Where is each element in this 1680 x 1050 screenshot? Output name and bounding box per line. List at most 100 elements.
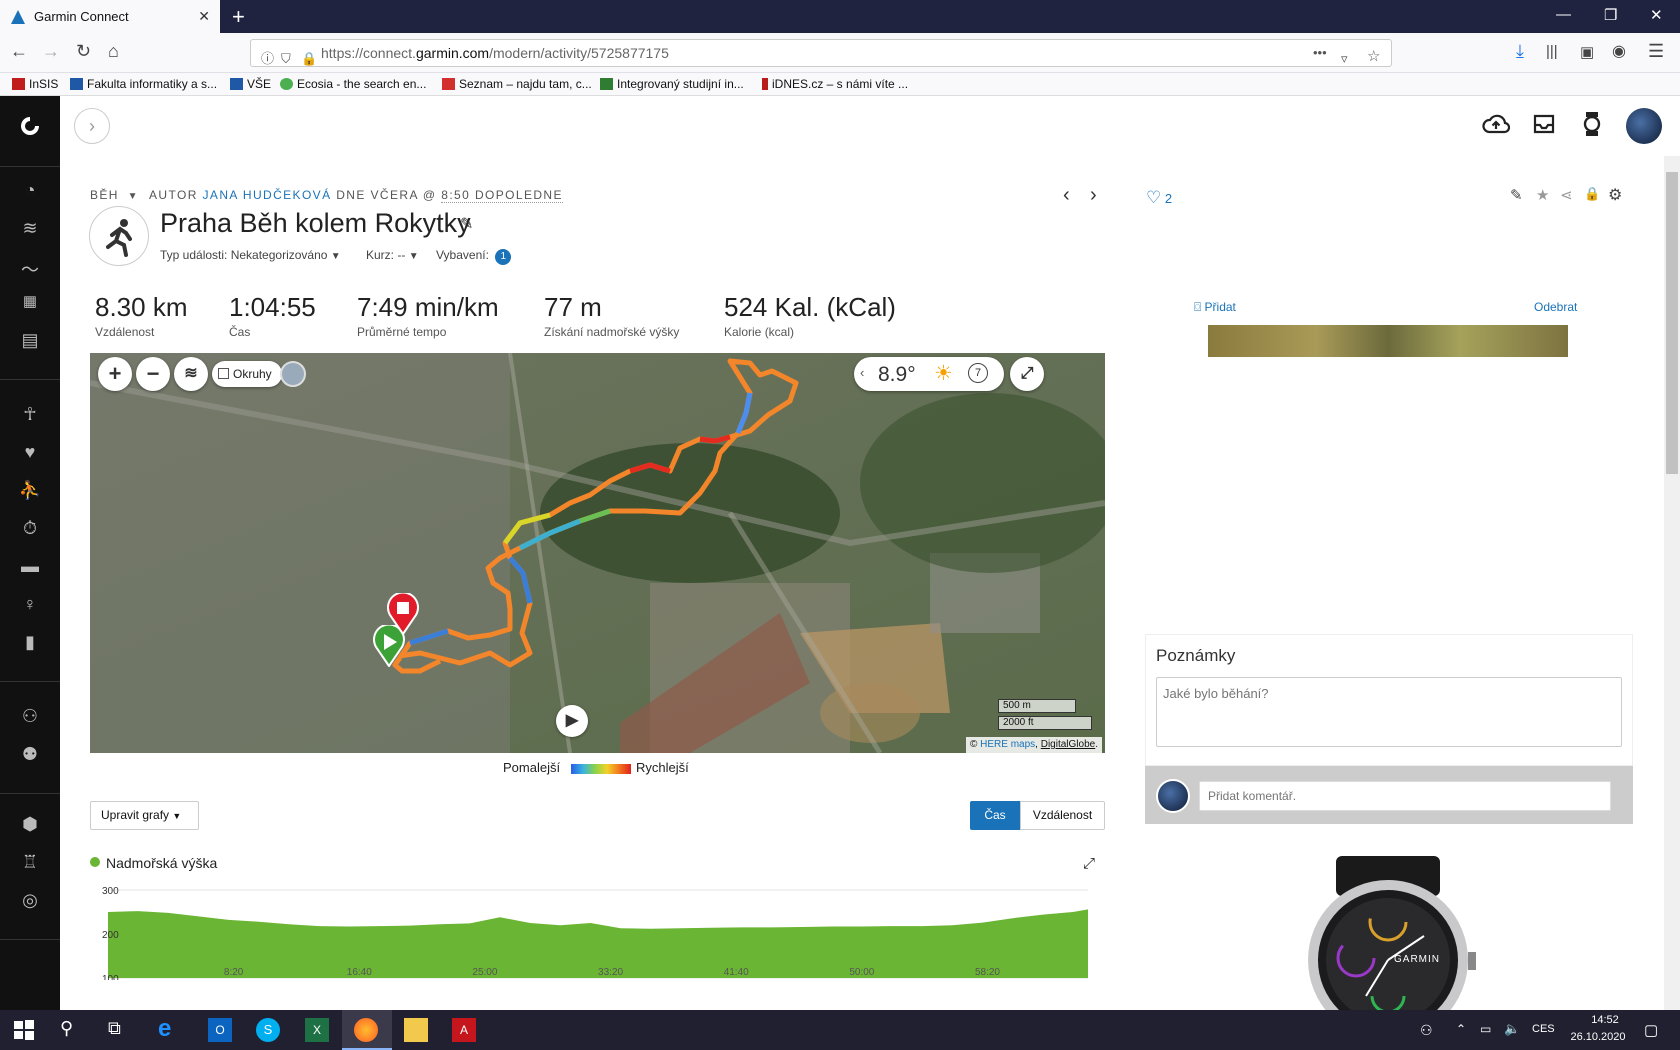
account-icon[interactable]: ◉ xyxy=(1612,41,1626,61)
course-selector[interactable]: Kurz: -- ▼ xyxy=(366,248,419,262)
weather-prev-icon[interactable]: ‹ xyxy=(860,365,864,380)
minimize-icon[interactable]: — xyxy=(1556,6,1571,23)
toggle-time-button[interactable]: Čas xyxy=(970,801,1020,830)
goals-target-icon[interactable]: ◎ xyxy=(18,890,42,914)
garmin-connect-logo-icon[interactable] xyxy=(18,114,42,138)
add-photo-button[interactable]: ⌼ Přidat xyxy=(1194,300,1236,315)
challenges-trophy-icon[interactable]: ♖ xyxy=(18,852,42,876)
next-activity-icon[interactable]: › xyxy=(1090,184,1097,207)
sidebar-toggle-icon[interactable]: ▣ xyxy=(1580,43,1594,61)
route-map[interactable]: + − ≋ Okruhy ‹ 8.9° ☀ 7 ⤢ ▶ 500 m 2000 f… xyxy=(90,353,1105,753)
network-icon[interactable]: ▭ xyxy=(1480,1022,1491,1036)
close-window-icon[interactable]: ✕ xyxy=(1650,6,1663,24)
inbox-icon[interactable] xyxy=(1532,113,1556,135)
gear-shoe-icon[interactable]: ▬ xyxy=(18,556,42,580)
url-bar[interactable]: ⓘ ⛉ 🔒 https://connect.garmin.com/modern/… xyxy=(250,39,1392,67)
page-actions-icon[interactable]: ••• xyxy=(1313,40,1327,66)
laps-checkbox[interactable] xyxy=(218,368,229,379)
dashboard-icon[interactable]: ◔ xyxy=(18,180,42,204)
bookmark-insis[interactable]: InSIS xyxy=(12,77,58,91)
comment-input[interactable] xyxy=(1199,781,1611,811)
search-icon[interactable]: ⚲ xyxy=(60,1018,84,1042)
close-tab-icon[interactable]: ✕ xyxy=(198,8,210,25)
zoom-out-button[interactable]: − xyxy=(136,357,170,391)
outlook-icon[interactable]: O xyxy=(208,1018,232,1042)
gear-selector[interactable]: Vybavení: 1 xyxy=(436,248,512,265)
file-explorer-icon[interactable] xyxy=(404,1018,428,1042)
notes-textarea[interactable] xyxy=(1156,677,1622,747)
weather-widget[interactable]: ‹ 8.9° ☀ 7 xyxy=(854,357,1004,391)
like-button[interactable]: ♡ 2 xyxy=(1146,188,1172,208)
firefox-icon[interactable] xyxy=(354,1018,378,1042)
toggle-distance-button[interactable]: Vzdálenost xyxy=(1020,801,1105,830)
downloads-icon[interactable]: ⤓ xyxy=(1516,41,1524,62)
map-layers-button[interactable]: ≋ xyxy=(174,357,208,391)
activities-layers-icon[interactable]: ≋ xyxy=(18,218,42,242)
tracking-shield-icon[interactable]: ⛉ xyxy=(281,46,291,72)
back-icon[interactable]: ← xyxy=(10,41,28,62)
user-avatar[interactable] xyxy=(1626,108,1662,144)
news-icon[interactable]: ▤ xyxy=(18,330,42,354)
bookmark-star-icon[interactable]: ☆ xyxy=(1367,44,1380,70)
digitalglobe-link[interactable]: DigitalGlobe xyxy=(1041,739,1095,750)
edit-charts-dropdown[interactable]: Upravit grafy ▼ xyxy=(90,801,199,830)
scrollbar-thumb[interactable] xyxy=(1666,172,1678,474)
play-replay-button[interactable]: ▶ xyxy=(556,705,588,737)
skype-icon[interactable]: S xyxy=(256,1018,280,1042)
remove-photo-button[interactable]: Odebrat xyxy=(1534,300,1577,314)
volume-icon[interactable]: 🔈 xyxy=(1504,1021,1520,1037)
tray-chevron-icon[interactable]: ⌃ xyxy=(1456,1022,1466,1036)
finish-marker-icon[interactable] xyxy=(386,593,420,635)
bookmark-idnes[interactable]: iDNES.cz – s námi víte ... xyxy=(762,77,908,91)
calendar-icon[interactable]: ▦ xyxy=(18,292,42,316)
health-stats-icon[interactable]: ☥ xyxy=(18,404,42,428)
menu-icon[interactable]: ☰ xyxy=(1648,41,1664,62)
reload-icon[interactable]: ↻ xyxy=(76,41,91,62)
windows-start-icon[interactable] xyxy=(12,1018,36,1042)
reports-icon[interactable]: 〜 xyxy=(18,256,42,280)
previous-activity-icon[interactable]: ‹ xyxy=(1063,184,1070,207)
settings-gear-icon[interactable]: ⚙ xyxy=(1608,185,1622,205)
notifications-icon[interactable]: ▢ xyxy=(1644,1021,1658,1039)
watch-device-icon[interactable] xyxy=(1582,111,1602,137)
stats-bar-icon[interactable]: ▮ xyxy=(18,632,42,656)
elevation-chart[interactable]: 300 200 100 8:20 16:40 25:00 33:20 41:40 50:00 58… xyxy=(100,880,1100,980)
upload-cloud-icon[interactable] xyxy=(1482,112,1510,136)
expand-sidebar-button[interactable]: › xyxy=(74,108,110,144)
browser-tab[interactable]: Garmin Connect ✕ xyxy=(0,0,220,33)
event-type-selector[interactable]: Typ události: Nekategorizováno ▼ xyxy=(160,248,341,262)
insights-bulb-icon[interactable]: ♀ xyxy=(18,594,42,618)
bookmark-is[interactable]: Integrovaný studijní in... xyxy=(600,77,744,91)
heart-icon[interactable]: ♥ xyxy=(18,442,42,466)
edit-title-pencil-icon[interactable]: ✎ xyxy=(460,214,473,234)
expand-chart-icon[interactable]: ⤢ xyxy=(1083,855,1095,872)
laps-toggle[interactable]: Okruhy xyxy=(212,361,282,387)
clock-time[interactable]: 14:52 xyxy=(1580,1014,1630,1026)
stopwatch-icon[interactable]: ⏱ xyxy=(18,518,42,542)
edge-browser-icon[interactable]: e xyxy=(158,1017,182,1042)
bookmark-ecosia[interactable]: Ecosia - the search en... xyxy=(280,77,426,91)
badges-icon[interactable]: ⬢ xyxy=(18,814,42,838)
library-icon[interactable]: ||| xyxy=(1546,43,1558,60)
author-link[interactable]: JANA HUDČEKOVÁ xyxy=(203,188,332,202)
forward-icon[interactable]: → xyxy=(42,41,60,62)
lock-icon[interactable]: 🔒 xyxy=(301,46,317,72)
training-icon[interactable]: ⛹ xyxy=(18,480,42,504)
type-dropdown-icon[interactable]: ▼ xyxy=(128,191,139,202)
restore-icon[interactable]: ❐ xyxy=(1604,6,1617,24)
activity-time[interactable]: 8:50 DOPOLEDNE xyxy=(441,188,563,203)
new-tab-button[interactable]: + xyxy=(232,4,245,30)
here-maps-link[interactable]: HERE maps xyxy=(980,739,1035,750)
info-icon[interactable]: ⓘ xyxy=(261,46,274,72)
task-view-icon[interactable]: ⧉ xyxy=(108,1018,132,1042)
favorite-star-icon[interactable]: ★ xyxy=(1536,186,1549,204)
acrobat-icon[interactable]: A xyxy=(452,1018,476,1042)
groups-icon[interactable]: ⚉ xyxy=(18,744,42,768)
zoom-in-button[interactable]: + xyxy=(98,357,132,391)
connections-icon[interactable]: ⚇ xyxy=(18,706,42,730)
clock-date[interactable]: 26.10.2020 xyxy=(1566,1031,1630,1043)
people-icon[interactable]: ⚇ xyxy=(1420,1022,1433,1039)
bookmark-seznam[interactable]: Seznam – najdu tam, c... xyxy=(442,77,592,91)
edit-pencil-icon[interactable]: ✎ xyxy=(1510,186,1523,204)
share-icon[interactable]: ⋖ xyxy=(1560,186,1573,204)
